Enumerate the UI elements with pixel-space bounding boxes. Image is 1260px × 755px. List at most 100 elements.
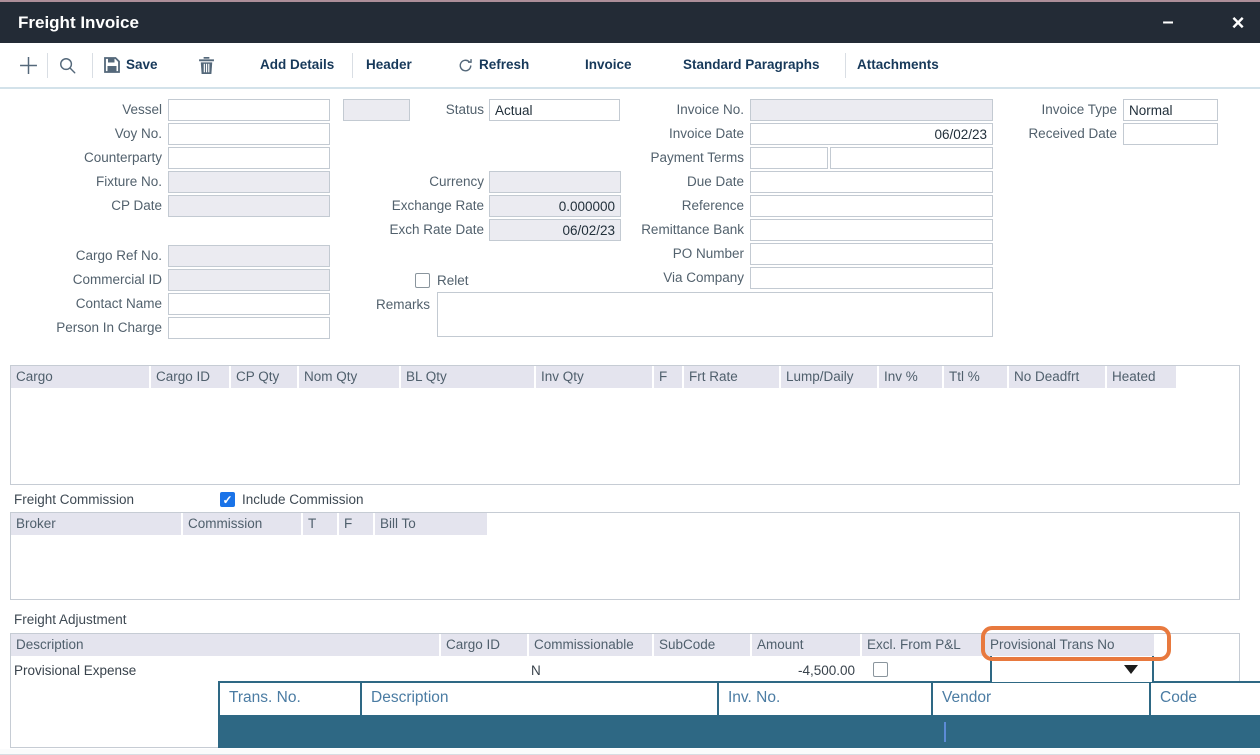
contact-name-field[interactable]	[168, 293, 330, 315]
column-header: Excl. From P&L	[862, 634, 985, 656]
remittance-bank-field[interactable]	[750, 219, 993, 241]
invoice-date-field[interactable]	[750, 123, 993, 145]
adjustment-row-amount[interactable]: -4,500.00	[751, 660, 855, 682]
header-button[interactable]: Header	[366, 43, 412, 87]
relet-label: Relet	[437, 270, 469, 292]
new-icon[interactable]	[19, 43, 38, 87]
commission-table: Broker Commission T F Bill To	[10, 512, 1240, 600]
include-commission-checkbox[interactable]	[220, 492, 235, 507]
exch-rate-date-label: Exch Rate Date	[330, 219, 484, 241]
cargo-table: Cargo Cargo ID CP Qty Nom Qty BL Qty Inv…	[10, 365, 1240, 485]
due-date-label: Due Date	[628, 171, 744, 193]
commercial-id-label: Commercial ID	[0, 269, 162, 291]
cargo-ref-no-field[interactable]	[168, 245, 330, 267]
invoice-button[interactable]: Invoice	[585, 43, 632, 87]
cargo-ref-no-label: Cargo Ref No.	[0, 245, 162, 267]
save-icon[interactable]	[104, 43, 120, 87]
payment-terms-desc-field[interactable]	[830, 147, 993, 169]
bottom-strip	[0, 749, 1260, 755]
excl-from-pl-checkbox[interactable]	[873, 662, 888, 677]
relet-checkbox[interactable]	[415, 273, 430, 288]
invoice-no-label: Invoice No.	[628, 99, 744, 121]
invoice-date-label: Invoice Date	[628, 123, 744, 145]
column-header: Inv %	[879, 366, 944, 388]
po-number-field[interactable]	[750, 243, 993, 265]
column-header: SubCode	[654, 634, 752, 656]
invoice-type-field[interactable]	[1123, 99, 1218, 121]
column-header: F	[654, 366, 684, 388]
titlebar: Freight Invoice – ×	[0, 0, 1260, 43]
remarks-label: Remarks	[330, 294, 430, 316]
reference-label: Reference	[628, 195, 744, 217]
counterparty-field[interactable]	[168, 147, 330, 169]
toolbar-separator	[92, 53, 93, 78]
refresh-icon[interactable]	[458, 43, 473, 87]
column-header: Broker	[11, 513, 183, 535]
column-header: Cargo	[11, 366, 151, 388]
invoice-type-label: Invoice Type	[1004, 99, 1117, 121]
invoice-no-field[interactable]	[750, 99, 993, 121]
commission-table-header: Broker Commission T F Bill To	[11, 513, 489, 535]
chevron-down-icon	[1124, 665, 1138, 674]
via-company-field[interactable]	[750, 267, 993, 289]
trans-no-popup: Trans. No. Description Inv. No. Vendor C…	[218, 681, 1260, 717]
column-header: Provisional Trans No	[985, 634, 1156, 656]
include-commission-label: Include Commission	[242, 489, 364, 511]
adjustment-row-description[interactable]: Provisional Expense	[14, 660, 136, 682]
column-header: Commissionable	[529, 634, 654, 656]
add-details-button[interactable]: Add Details	[260, 43, 334, 87]
delete-icon[interactable]	[199, 43, 214, 87]
exchange-rate-field[interactable]	[489, 195, 621, 217]
cargo-table-header: Cargo Cargo ID CP Qty Nom Qty BL Qty Inv…	[11, 366, 1178, 388]
freight-commission-label: Freight Commission	[14, 491, 134, 509]
due-date-field[interactable]	[750, 171, 993, 193]
vessel-field[interactable]	[168, 99, 330, 121]
close-button[interactable]: ×	[1216, 2, 1260, 43]
vessel-label: Vessel	[0, 99, 162, 121]
column-header: Cargo ID	[441, 634, 529, 656]
column-header: Inv Qty	[536, 366, 654, 388]
text-caret	[944, 722, 946, 742]
popup-column-header: Trans. No.	[218, 681, 362, 717]
cp-date-field[interactable]	[168, 195, 330, 217]
adjustment-row-commissionable[interactable]: N	[531, 660, 541, 682]
fixture-no-label: Fixture No.	[0, 171, 162, 193]
payment-terms-label: Payment Terms	[628, 147, 744, 169]
freight-adjustment-label: Freight Adjustment	[14, 611, 127, 629]
person-in-charge-field[interactable]	[168, 317, 330, 339]
received-date-label: Received Date	[1004, 123, 1117, 145]
commercial-id-field[interactable]	[168, 269, 330, 291]
payment-terms-code-field[interactable]	[750, 147, 828, 169]
minimize-button[interactable]: –	[1146, 2, 1190, 43]
currency-field[interactable]	[489, 171, 621, 193]
via-company-label: Via Company	[628, 267, 744, 289]
cp-date-label: CP Date	[0, 195, 162, 217]
fixture-no-field[interactable]	[168, 171, 330, 193]
window-title: Freight Invoice	[18, 2, 139, 43]
exch-rate-date-field[interactable]	[489, 219, 621, 241]
popup-column-header: Description	[360, 681, 719, 717]
adjustment-table-header: Description Cargo ID Commissionable SubC…	[11, 634, 1156, 656]
voy-no-field[interactable]	[168, 123, 330, 145]
status-field[interactable]	[489, 99, 620, 121]
po-number-label: PO Number	[628, 243, 744, 265]
search-icon[interactable]	[58, 43, 77, 87]
status-label: Status	[330, 99, 484, 121]
toolbar-separator	[845, 53, 846, 78]
provisional-trans-no-dropdown[interactable]	[990, 656, 1154, 682]
remittance-bank-label: Remittance Bank	[628, 219, 744, 241]
attachments-button[interactable]: Attachments	[857, 43, 939, 87]
received-date-field[interactable]	[1123, 123, 1218, 145]
refresh-button[interactable]: Refresh	[479, 43, 529, 87]
counterparty-label: Counterparty	[0, 147, 162, 169]
popup-selected-row[interactable]	[218, 716, 1260, 748]
column-header: Amount	[752, 634, 862, 656]
toolbar-separator	[47, 53, 48, 78]
standard-paragraphs-button[interactable]: Standard Paragraphs	[683, 43, 820, 87]
popup-column-header: Vendor	[931, 681, 1151, 717]
reference-field[interactable]	[750, 195, 993, 217]
currency-label: Currency	[330, 171, 484, 193]
freight-invoice-window: Freight Invoice – × Save Add Details Hea…	[0, 0, 1260, 755]
remarks-field[interactable]	[437, 292, 993, 337]
save-button[interactable]: Save	[126, 43, 158, 87]
